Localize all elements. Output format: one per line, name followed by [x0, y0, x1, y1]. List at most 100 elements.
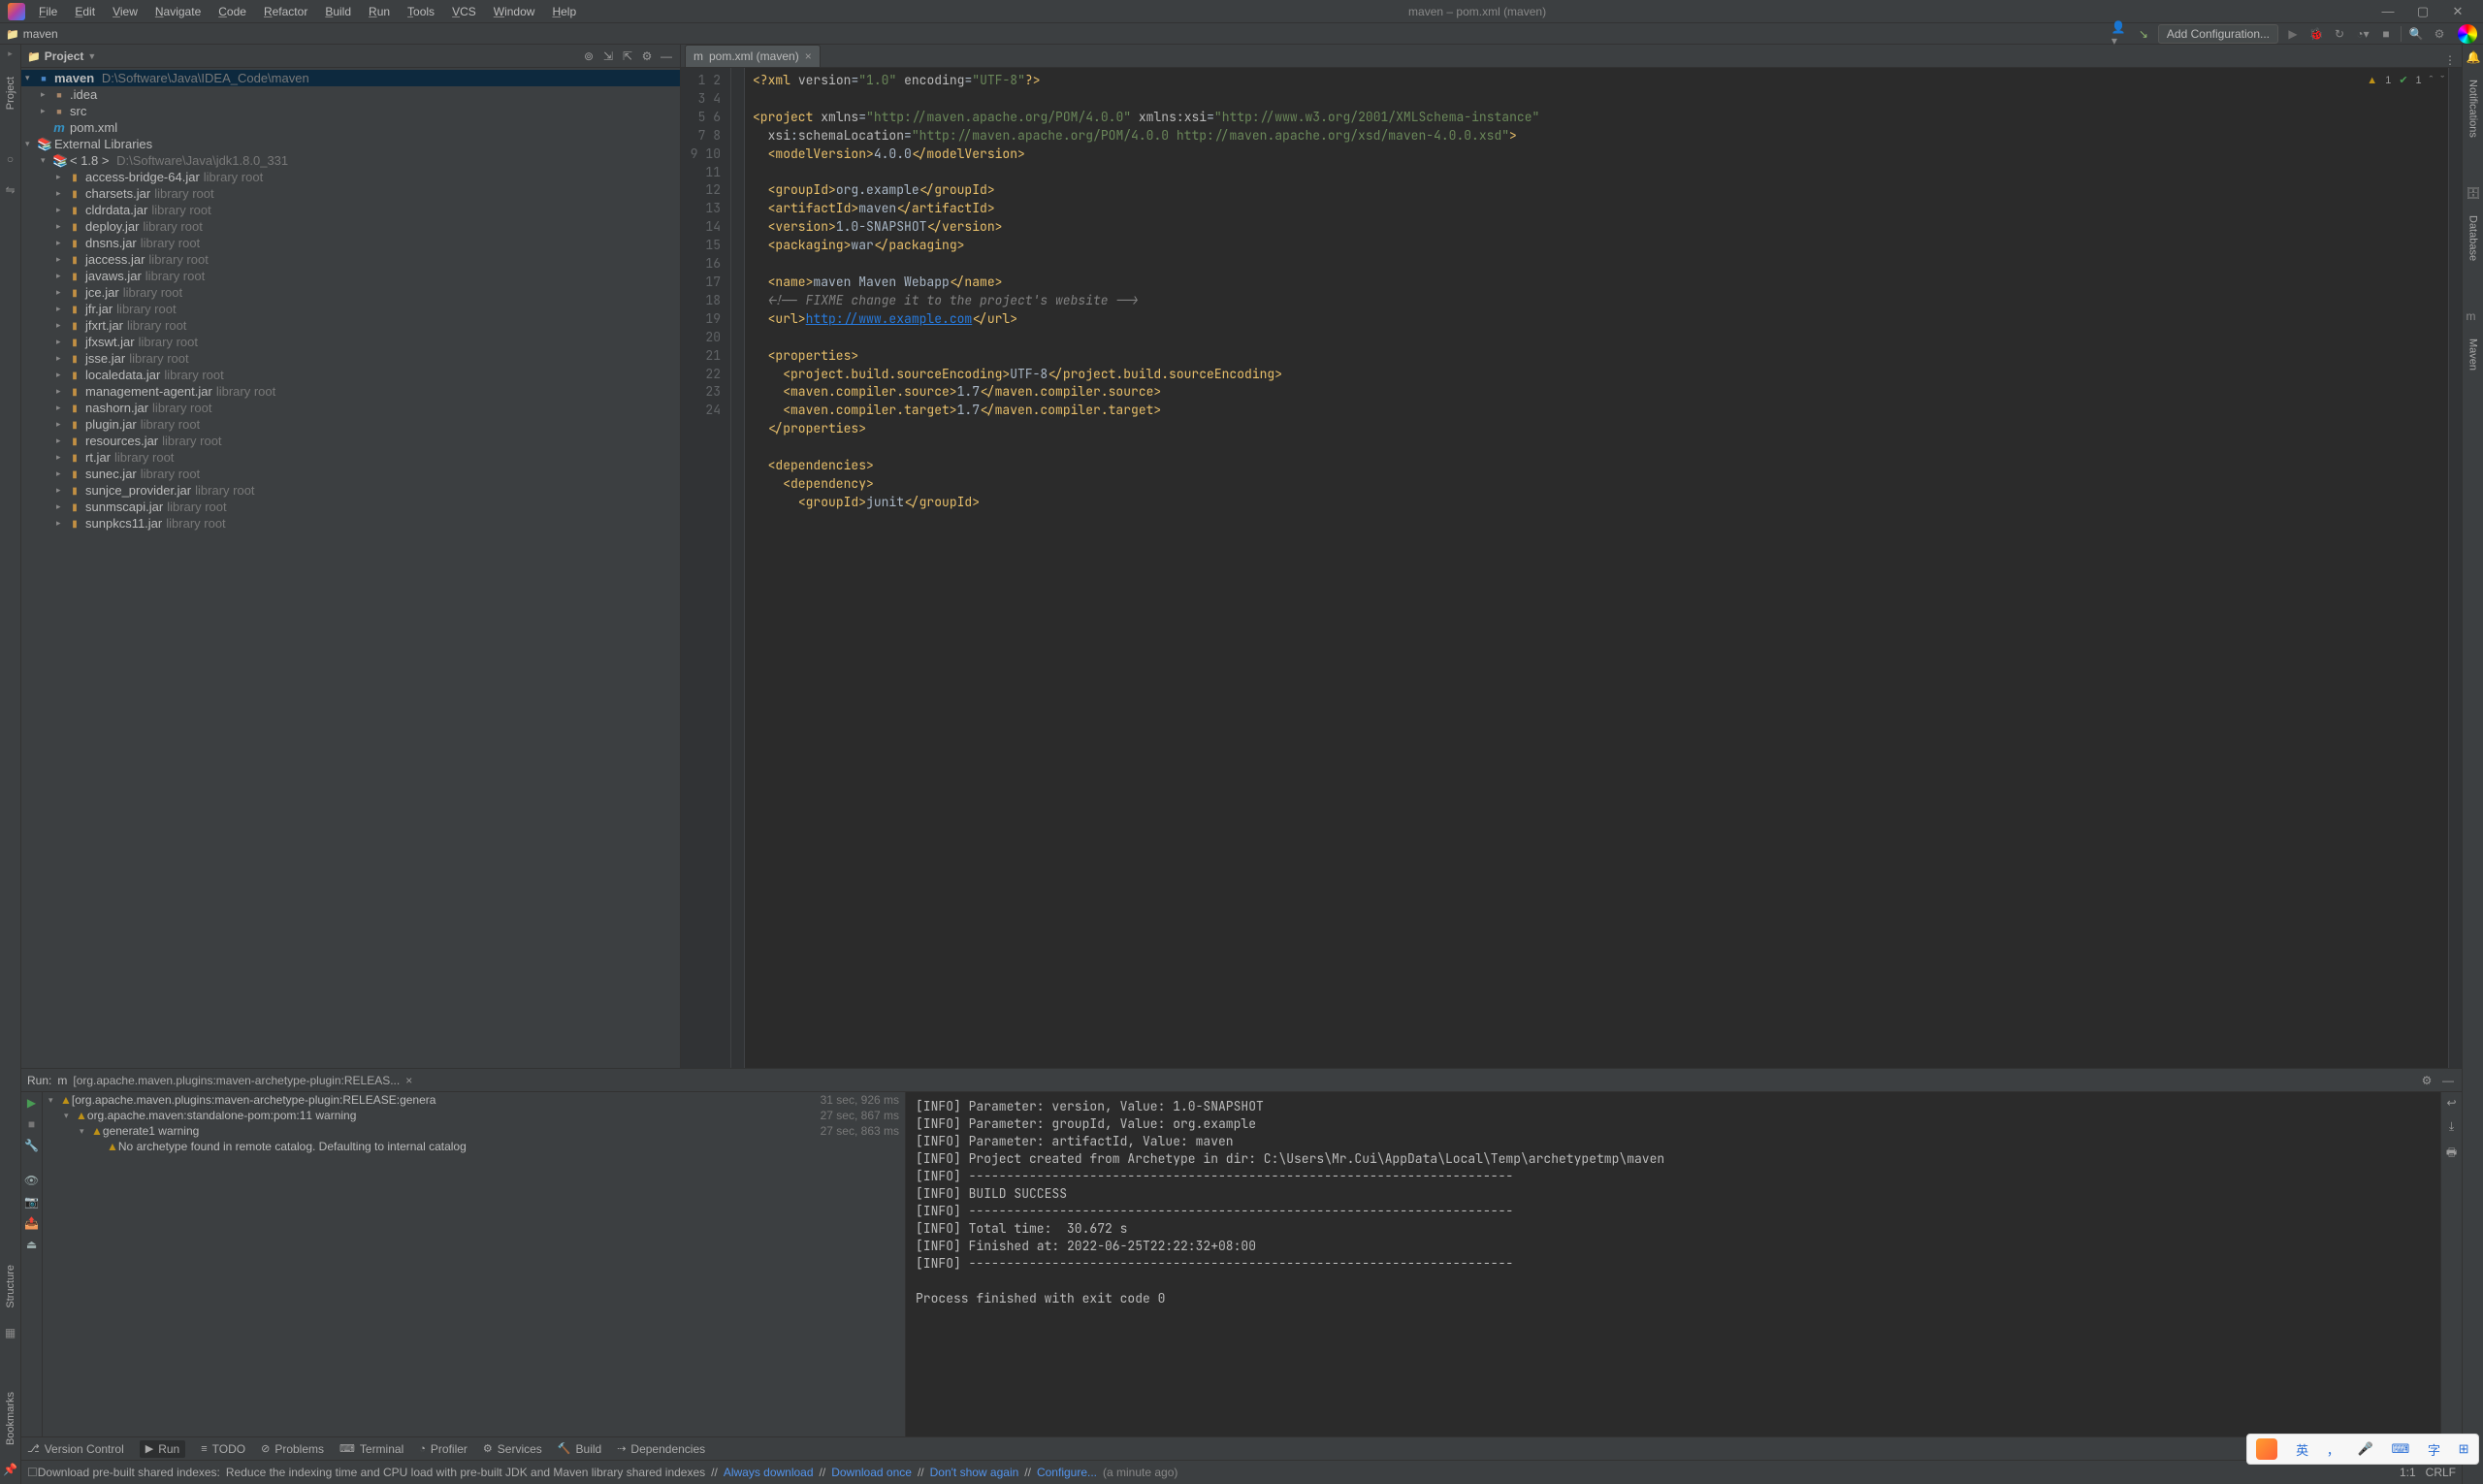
rerun-icon[interactable]: ▶: [27, 1096, 36, 1110]
caret-position[interactable]: 1:1: [2400, 1466, 2416, 1479]
tool-structure-icon[interactable]: ▦: [5, 1326, 16, 1339]
ime-item[interactable]: ，: [2327, 1440, 2339, 1459]
tree-row[interactable]: ▾maven D:\Software\Java\IDEA_Code\maven: [21, 70, 680, 86]
status-icon[interactable]: ☐: [27, 1466, 38, 1479]
ime-toolbar[interactable]: 英 ， 🎤 ⌨ 字 ⊞: [2246, 1434, 2479, 1465]
menu-code[interactable]: Code: [210, 2, 254, 21]
tool-commit-icon[interactable]: ○: [7, 152, 14, 166]
tab-overflow-icon[interactable]: ⋮: [2444, 53, 2456, 67]
tree-row[interactable]: mpom.xml: [21, 119, 680, 136]
tool-pullreq-icon[interactable]: ⇋: [5, 183, 15, 197]
debug-icon[interactable]: 🐞: [2307, 25, 2325, 43]
error-stripe[interactable]: [2448, 68, 2462, 1068]
bell-icon[interactable]: 🔔: [2467, 50, 2480, 64]
bottom-tool-services[interactable]: ⚙Services: [483, 1442, 542, 1456]
menu-refactor[interactable]: Refactor: [256, 2, 315, 21]
tree-row[interactable]: ▸cldrdata.jarlibrary root: [21, 202, 680, 218]
stop-icon[interactable]: ■: [28, 1117, 35, 1131]
code-content[interactable]: <?xml version="1.0" encoding="UTF-8"?> <…: [745, 68, 2448, 1068]
database-icon[interactable]: 🗄: [2467, 186, 2480, 200]
tool-bookmarks[interactable]: Bookmarks: [5, 1392, 16, 1445]
collapse-icon[interactable]: ▸: [8, 48, 13, 59]
menu-navigate[interactable]: Navigate: [147, 2, 209, 21]
ime-keyboard-icon[interactable]: ⌨: [2391, 1441, 2409, 1457]
tree-row[interactable]: ▸jaccess.jarlibrary root: [21, 251, 680, 268]
tree-row[interactable]: ▸javaws.jarlibrary root: [21, 268, 680, 284]
menu-file[interactable]: File: [31, 2, 65, 21]
tool-bookmarks-icon[interactable]: 📌: [3, 1463, 17, 1476]
chevron-down-icon[interactable]: ▼: [87, 51, 96, 61]
run-icon[interactable]: ▶: [2284, 25, 2302, 43]
run-tree-row[interactable]: ▾▲ generate 1 warning27 sec, 863 ms: [43, 1123, 905, 1139]
run-tree-row[interactable]: ▾▲ [org.apache.maven.plugins:maven-arche…: [43, 1092, 905, 1108]
menu-edit[interactable]: Edit: [67, 2, 103, 21]
close-icon[interactable]: ✕: [2440, 4, 2475, 19]
tree-row[interactable]: ▸jfxrt.jarlibrary root: [21, 317, 680, 334]
bottom-tool-profiler[interactable]: ◔Profiler: [419, 1442, 468, 1456]
stop-icon[interactable]: ■: [2377, 25, 2395, 43]
link-download-once[interactable]: Download once: [831, 1466, 912, 1479]
hide-run-icon[interactable]: —: [2440, 1074, 2456, 1087]
filter-icon[interactable]: ⏏: [26, 1238, 37, 1251]
tree-row[interactable]: ▸nashorn.jarlibrary root: [21, 400, 680, 416]
menu-help[interactable]: Help: [544, 2, 584, 21]
camera-icon[interactable]: 📷: [24, 1195, 39, 1209]
run-console[interactable]: [INFO] Parameter: version, Value: 1.0-SN…: [906, 1092, 2440, 1436]
tree-row[interactable]: ▸sunmscapi.jarlibrary root: [21, 499, 680, 515]
build-icon[interactable]: ↘: [2135, 25, 2152, 43]
collapse-all-icon[interactable]: ⇱: [620, 49, 635, 63]
ime-item[interactable]: 字: [2428, 1440, 2440, 1459]
bottom-tool-problems[interactable]: ⊘Problems: [261, 1442, 324, 1456]
wrench-icon[interactable]: 🔧: [24, 1139, 39, 1152]
breadcrumb[interactable]: maven: [6, 27, 58, 41]
menu-tools[interactable]: Tools: [400, 2, 442, 21]
profile-icon[interactable]: ◔▾: [2354, 25, 2371, 43]
tool-notifications[interactable]: Notifications: [2467, 80, 2479, 138]
tree-row[interactable]: ▸dnsns.jarlibrary root: [21, 235, 680, 251]
tree-row[interactable]: ▸jsse.jarlibrary root: [21, 350, 680, 367]
tool-database[interactable]: Database: [2467, 215, 2479, 261]
run-tree[interactable]: ▾▲ [org.apache.maven.plugins:maven-arche…: [43, 1092, 906, 1436]
view-icon[interactable]: 👁: [24, 1174, 39, 1187]
run-settings-icon[interactable]: ⚙: [2419, 1074, 2435, 1087]
link-dont-show[interactable]: Don't show again: [930, 1466, 1019, 1479]
tree-row[interactable]: ▸access-bridge-64.jarlibrary root: [21, 169, 680, 185]
bottom-tool-dependencies[interactable]: ⇢Dependencies: [617, 1442, 705, 1456]
tree-row[interactable]: ▸sunjce_provider.jarlibrary root: [21, 482, 680, 499]
run-tree-row[interactable]: ▲ No archetype found in remote catalog. …: [43, 1139, 905, 1154]
tree-row[interactable]: ▸sunpkcs11.jarlibrary root: [21, 515, 680, 532]
tree-row[interactable]: ▸localedata.jarlibrary root: [21, 367, 680, 383]
editor-tab-pom[interactable]: m pom.xml (maven) ×: [685, 45, 821, 67]
tree-row[interactable]: ▸charsets.jarlibrary root: [21, 185, 680, 202]
tree-row[interactable]: ▸jfxswt.jarlibrary root: [21, 334, 680, 350]
tree-row[interactable]: ▾📚External Libraries: [21, 136, 680, 152]
tree-row[interactable]: ▾📚< 1.8 > D:\Software\Java\jdk1.8.0_331: [21, 152, 680, 169]
tree-row[interactable]: ▸management-agent.jarlibrary root: [21, 383, 680, 400]
fold-gutter[interactable]: [731, 68, 745, 1068]
link-always-download[interactable]: Always download: [724, 1466, 814, 1479]
menu-build[interactable]: Build: [317, 2, 359, 21]
tree-row[interactable]: ▸deploy.jarlibrary root: [21, 218, 680, 235]
link-configure[interactable]: Configure...: [1037, 1466, 1097, 1479]
bottom-tool-todo[interactable]: ≡TODO: [201, 1442, 245, 1456]
tree-row[interactable]: ▸.idea: [21, 86, 680, 103]
tree-row[interactable]: ▸src: [21, 103, 680, 119]
tree-row[interactable]: ▸jfr.jarlibrary root: [21, 301, 680, 317]
search-icon[interactable]: 🔍: [2407, 25, 2425, 43]
tree-row[interactable]: ▸sunec.jarlibrary root: [21, 466, 680, 482]
locate-icon[interactable]: ⊚: [581, 49, 597, 63]
inspection-widget[interactable]: ▲1 ✔1 ˆˇ: [2363, 72, 2448, 88]
tool-project[interactable]: Project: [5, 77, 16, 110]
close-tab-icon[interactable]: ×: [805, 49, 812, 63]
tool-maven[interactable]: Maven: [2467, 339, 2479, 371]
line-separator[interactable]: CRLF: [2426, 1466, 2456, 1479]
coverage-icon[interactable]: ↻: [2331, 25, 2348, 43]
bottom-tool-build[interactable]: 🔨Build: [558, 1442, 601, 1456]
tool-structure[interactable]: Structure: [5, 1265, 16, 1308]
run-tree-row[interactable]: ▾▲ org.apache.maven:standalone-pom:pom:1…: [43, 1108, 905, 1123]
hide-icon[interactable]: —: [659, 49, 674, 63]
bottom-tool-terminal[interactable]: ⌨Terminal: [339, 1442, 403, 1456]
ime-grid-icon[interactable]: ⊞: [2459, 1441, 2469, 1457]
soft-wrap-icon[interactable]: ↩: [2446, 1096, 2456, 1110]
maximize-icon[interactable]: ▢: [2405, 4, 2440, 19]
